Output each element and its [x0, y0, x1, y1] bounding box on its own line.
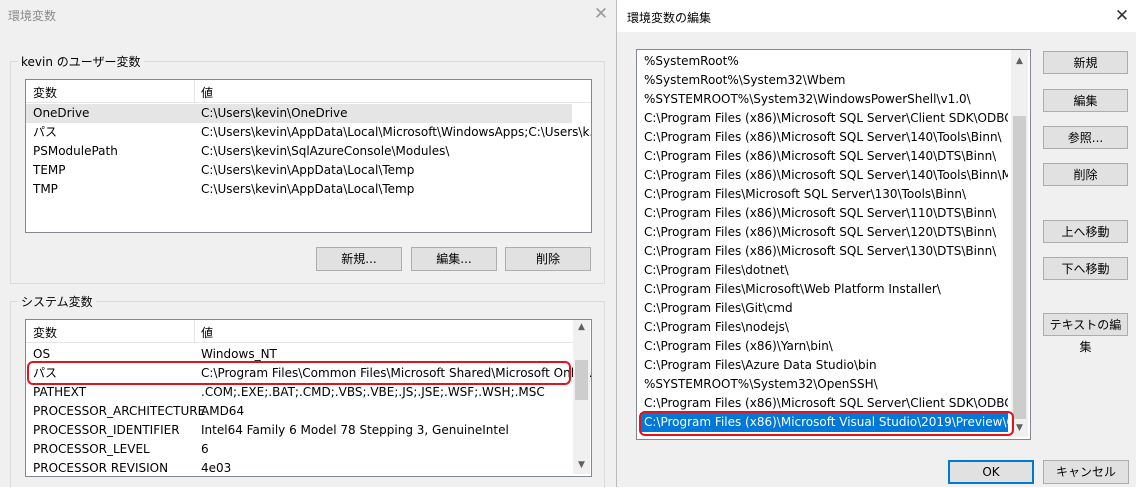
- list-header: 変数 値: [26, 80, 591, 103]
- highlight-annotation: [639, 411, 1014, 436]
- table-row[interactable]: PSModulePath C:\Users\kevin\SqlAzureCons…: [26, 142, 572, 161]
- path-items: %SystemRoot% %SystemRoot%\System32\Wbem %S…: [637, 52, 1012, 438]
- variable-value: C:\Users\kevin\AppData\Local\Temp: [201, 163, 415, 177]
- title-bar: [0, 0, 616, 30]
- path-item[interactable]: C:\Program Files (x86)\Yarn\bin\: [640, 337, 1008, 356]
- highlight-annotation: [27, 361, 571, 385]
- variable-name: PROCESSOR_LEVEL: [33, 442, 150, 456]
- browse-button[interactable]: 参照...: [1043, 126, 1128, 149]
- edit-button[interactable]: 編集: [1043, 89, 1128, 112]
- delete-button[interactable]: 削除: [1043, 163, 1128, 186]
- table-row[interactable]: OneDrive C:\Users\kevin\OneDrive: [26, 104, 572, 123]
- new-button[interactable]: 新規: [1043, 51, 1128, 74]
- edit-text-button[interactable]: テキストの編集: [1043, 313, 1128, 354]
- variable-value: 4e03: [201, 461, 232, 475]
- vertical-scrollbar[interactable]: ▲ ▼: [573, 320, 590, 474]
- user-variables-label: kevin のユーザー変数: [18, 53, 144, 70]
- path-item[interactable]: C:\Program Files (x86)\Microsoft SQL Ser…: [640, 128, 1008, 147]
- path-item[interactable]: C:\Program Files\nodejs\: [640, 318, 1008, 337]
- system-variables-label: システム変数: [18, 293, 96, 310]
- variable-name: PROCESSOR_ARCHITECTURE: [33, 404, 206, 418]
- list-header: 変数 値: [26, 320, 574, 343]
- variable-name: TMP: [33, 182, 58, 196]
- variable-value: AMD64: [201, 404, 245, 418]
- variable-value: Intel64 Family 6 Model 78 Stepping 3, Ge…: [201, 423, 509, 437]
- scrollbar-thumb[interactable]: [575, 360, 588, 400]
- path-item[interactable]: C:\Program Files (x86)\Microsoft SQL Ser…: [640, 147, 1008, 166]
- scroll-down-icon[interactable]: ▼: [573, 460, 590, 470]
- path-item[interactable]: C:\Program Files\Microsoft SQL Server\13…: [640, 185, 1008, 204]
- dialog-title: 環境変数: [8, 9, 57, 23]
- variable-name: PROCESSOR_IDENTIFIER: [33, 423, 180, 437]
- scroll-up-icon[interactable]: ▲: [573, 322, 590, 332]
- edit-environment-variable-dialog: 環境変数の編集 ✕ %SystemRoot% %SystemRoot%\Syste…: [616, 0, 1136, 487]
- close-icon[interactable]: ✕: [590, 3, 612, 25]
- path-item[interactable]: C:\Program Files\Azure Data Studio\bin: [640, 356, 1008, 375]
- system-variables-list[interactable]: 変数 値 OS Windows_NT パス C:\Program Files\C…: [25, 319, 592, 477]
- table-row[interactable]: PROCESSOR_ARCHITECTURE AMD64: [26, 402, 572, 421]
- table-row[interactable]: PROCESSOR REVISION 4e03: [26, 459, 572, 476]
- path-item[interactable]: C:\Program Files (x86)\Microsoft SQL Ser…: [640, 166, 1008, 185]
- path-item[interactable]: C:\Program Files\Microsoft\Web Platform …: [640, 280, 1008, 299]
- close-icon[interactable]: ✕: [1111, 5, 1133, 27]
- path-item[interactable]: C:\Program Files (x86)\Microsoft SQL Ser…: [640, 223, 1008, 242]
- user-edit-button[interactable]: 編集...: [411, 247, 497, 271]
- variable-name: PSModulePath: [33, 144, 118, 158]
- variable-value: .COM;.EXE;.BAT;.CMD;.VBS;.VBE;.JS;.JSE;.…: [201, 385, 545, 399]
- variable-value: C:\Users\kevin\SqlAzureConsole\Modules\: [201, 144, 450, 158]
- user-delete-button[interactable]: 削除: [505, 247, 591, 271]
- scrollbar-thumb[interactable]: [1013, 116, 1026, 419]
- user-variables-list[interactable]: 変数 値 OneDrive C:\Users\kevin\OneDrive パス…: [25, 79, 592, 233]
- column-header-value[interactable]: 値: [201, 324, 213, 341]
- variable-value: 6: [201, 442, 209, 456]
- move-down-button[interactable]: 下へ移動: [1043, 257, 1128, 280]
- path-item[interactable]: %SystemRoot%: [640, 52, 1008, 71]
- path-item[interactable]: C:\Program Files (x86)\Microsoft SQL Ser…: [640, 204, 1008, 223]
- table-row[interactable]: TMP C:\Users\kevin\AppData\Local\Temp: [26, 180, 572, 199]
- ok-button[interactable]: OK: [948, 460, 1034, 484]
- user-new-button[interactable]: 新規...: [316, 247, 402, 271]
- variable-value: C:\Users\kevin\AppData\Local\Microsoft\W…: [201, 125, 592, 139]
- column-header-value[interactable]: 値: [201, 84, 213, 101]
- table-row[interactable]: PATHEXT .COM;.EXE;.BAT;.CMD;.VBS;.VBE;.J…: [26, 383, 572, 402]
- variable-name: パス: [33, 125, 58, 139]
- path-item[interactable]: %SYSTEMROOT%\System32\OpenSSH\: [640, 375, 1008, 394]
- path-item[interactable]: C:\Program Files\Git\cmd: [640, 299, 1008, 318]
- path-item[interactable]: C:\Program Files (x86)\Microsoft SQL Ser…: [640, 242, 1008, 261]
- path-item[interactable]: %SystemRoot%\System32\Wbem: [640, 71, 1008, 90]
- environment-variables-dialog: 環境変数 ✕ kevin のユーザー変数 変数 値 OneDrive C:\Us…: [0, 0, 616, 488]
- table-row[interactable]: PROCESSOR_IDENTIFIER Intel64 Family 6 Mo…: [26, 421, 572, 440]
- path-list[interactable]: %SystemRoot% %SystemRoot%\System32\Wbem %S…: [636, 49, 1031, 440]
- path-item[interactable]: C:\Program Files\dotnet\: [640, 261, 1008, 280]
- cancel-button[interactable]: キャンセル: [1043, 460, 1129, 484]
- scroll-up-icon[interactable]: ▲: [1011, 56, 1028, 66]
- variable-value: C:\Users\kevin\OneDrive: [201, 106, 348, 120]
- move-up-button[interactable]: 上へ移動: [1043, 220, 1128, 243]
- path-item[interactable]: %SYSTEMROOT%\System32\WindowsPowerShell\…: [640, 90, 1008, 109]
- table-row[interactable]: パス C:\Users\kevin\AppData\Local\Microsof…: [26, 123, 591, 142]
- column-header-variable[interactable]: 変数: [33, 324, 57, 341]
- variable-name: TEMP: [33, 163, 66, 177]
- dialog-title: 環境変数の編集: [627, 11, 712, 25]
- vertical-scrollbar[interactable]: ▲ ▼: [1011, 50, 1028, 437]
- column-header-variable[interactable]: 変数: [33, 84, 57, 101]
- variable-name: OneDrive: [33, 106, 90, 120]
- table-row[interactable]: TEMP C:\Users\kevin\AppData\Local\Temp: [26, 161, 572, 180]
- path-item[interactable]: C:\Program Files (x86)\Microsoft SQL Ser…: [640, 109, 1008, 128]
- table-row[interactable]: PROCESSOR_LEVEL 6: [26, 440, 572, 459]
- variable-value: C:\Users\kevin\AppData\Local\Temp: [201, 182, 415, 196]
- variable-name: PATHEXT: [33, 385, 87, 399]
- variable-name: PROCESSOR REVISION: [33, 461, 169, 475]
